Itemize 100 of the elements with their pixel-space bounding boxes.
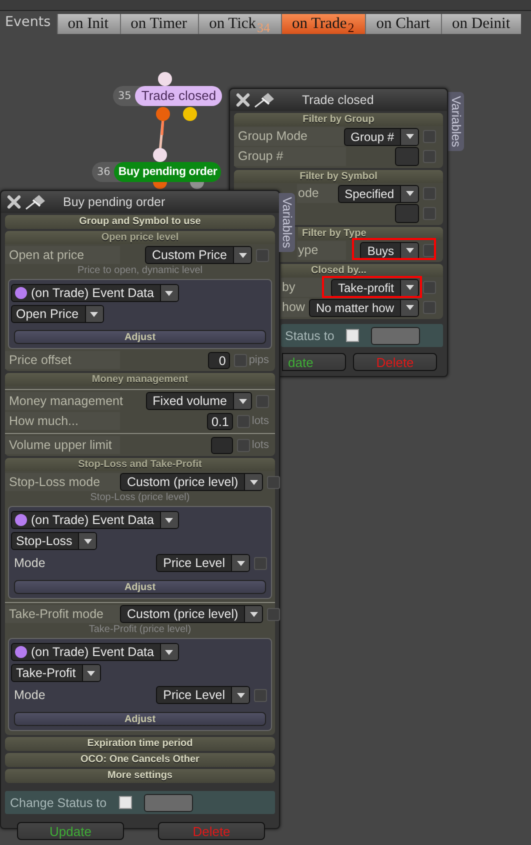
checkbox[interactable] [118, 796, 132, 809]
panel-title: Trade closed [302, 93, 374, 107]
caret-icon [406, 285, 414, 290]
field-label: by [281, 278, 331, 297]
dropdown[interactable]: Fixed volume [146, 392, 252, 410]
caret-icon [238, 398, 246, 404]
caret-icon [250, 480, 258, 484]
dropdown[interactable]: Take-profit [330, 278, 419, 296]
number-field[interactable]: 0.1 [207, 412, 233, 430]
close-icon[interactable] [7, 195, 21, 209]
checkbox[interactable] [267, 608, 280, 620]
dropdown[interactable]: Specified [338, 184, 419, 202]
node-number: 36 [96, 166, 112, 178]
number-field[interactable]: 0 [208, 352, 230, 368]
event-tab[interactable]: on Chart [365, 14, 442, 34]
status-field[interactable] [144, 794, 193, 812]
variables-tab[interactable]: Variables [279, 193, 295, 252]
field-label: Mode [13, 688, 46, 702]
unit-label: lots [252, 415, 269, 427]
checkbox[interactable] [423, 281, 436, 294]
checkbox[interactable] [267, 476, 280, 488]
caret-icon [406, 248, 414, 253]
field-label: Take-Profit mode [5, 605, 120, 623]
dropdown[interactable]: Buys [360, 242, 419, 260]
section-header[interactable]: Filter by Symbol [234, 170, 443, 183]
event-tab[interactable]: on Init [56, 14, 120, 34]
field-label: Group Mode [234, 127, 344, 146]
count-label: 2 [348, 22, 354, 34]
dropdown[interactable]: Stop-Loss [11, 532, 98, 550]
field-label: how [281, 298, 309, 317]
event-tab[interactable]: on Timer [120, 14, 198, 34]
caret-icon [406, 305, 414, 310]
caret-icon [165, 518, 174, 522]
caption: Price to open, dynamic level [76, 265, 204, 277]
caption: Take-Profit (price level) [88, 624, 192, 636]
number-field[interactable] [210, 436, 233, 454]
caret-icon [250, 612, 258, 616]
field-label: ype [297, 241, 346, 260]
variables-tab[interactable]: Variables [448, 92, 464, 152]
section-header[interactable]: Filter by Type [298, 227, 443, 240]
section-header[interactable]: Group and Symbol to use [5, 215, 275, 229]
section-header[interactable]: Closed by... [281, 264, 443, 277]
caret-icon [406, 191, 414, 196]
pin-icon[interactable] [254, 92, 276, 108]
field-label: Open at price [5, 246, 120, 264]
adjust-button[interactable]: Adjust [14, 712, 266, 726]
dropdown[interactable]: Price Level [156, 686, 250, 704]
caret-icon [165, 290, 174, 296]
input-field[interactable] [395, 147, 419, 166]
connector-drawing [152, 107, 198, 162]
field-label: Mode [13, 556, 46, 570]
events-label: Events [5, 14, 51, 32]
status-field[interactable] [371, 326, 420, 344]
checkbox[interactable] [254, 688, 267, 702]
caret-icon [165, 650, 174, 654]
section-header[interactable]: Filter by Group [234, 113, 443, 126]
close-icon[interactable] [236, 93, 250, 107]
dropdown[interactable]: Take-Profit [11, 664, 101, 682]
status-label: Change Status to [10, 796, 107, 810]
dropdown[interactable]: (on Trade) Event Data [11, 643, 179, 661]
checkbox[interactable] [254, 556, 267, 570]
adjust-button[interactable]: Adjust [14, 330, 266, 344]
field-label: ode [297, 184, 338, 203]
status-label: Status to [285, 328, 334, 342]
dropdown[interactable]: Group # [344, 128, 419, 146]
field-label: Group # [234, 147, 346, 166]
section-header[interactable]: Expiration time period [5, 737, 275, 751]
pin-icon[interactable] [25, 194, 47, 210]
port-dot[interactable] [158, 72, 172, 86]
caret-icon [84, 538, 92, 544]
dropdown[interactable]: Open Price [11, 305, 104, 323]
port-drawing[interactable] [153, 182, 205, 190]
caret-icon [87, 670, 96, 676]
node-title[interactable]: Trade closed [135, 86, 222, 106]
caption: Stop-Loss (price level) [89, 492, 191, 504]
update-button[interactable]: Update [17, 822, 124, 840]
node-number: 35 [117, 90, 132, 102]
caret-icon [90, 312, 98, 316]
section-header[interactable]: OCO: One Cancels Other [5, 753, 275, 767]
dropdown[interactable]: (on Trade) Event Data [11, 284, 179, 302]
adjust-button[interactable]: Adjust [14, 580, 266, 594]
dropdown[interactable]: Custom (price level) [120, 473, 264, 491]
caret-icon [236, 560, 244, 566]
dropdown[interactable]: Custom Price [144, 246, 252, 264]
dropdown[interactable]: Custom (price level) [120, 605, 264, 623]
field-label: Price offset [5, 351, 120, 369]
input-field[interactable] [395, 204, 419, 223]
section-header[interactable]: More settings [5, 769, 275, 783]
update-button[interactable]: date [282, 353, 346, 371]
caret-icon [236, 692, 244, 698]
dropdown[interactable]: Price Level [156, 554, 250, 572]
dropdown[interactable]: No matter how [308, 298, 419, 316]
dropdown[interactable]: (on Trade) Event Data [11, 511, 179, 529]
field-label: Stop-Loss mode [5, 473, 120, 491]
caret-icon [238, 252, 246, 258]
unit-label: lots [252, 439, 269, 451]
count-label: 34 [257, 22, 270, 34]
node-title[interactable]: Buy pending order [114, 162, 222, 182]
checkbox[interactable] [346, 329, 360, 342]
event-tab[interactable]: on Deinit [441, 14, 522, 34]
